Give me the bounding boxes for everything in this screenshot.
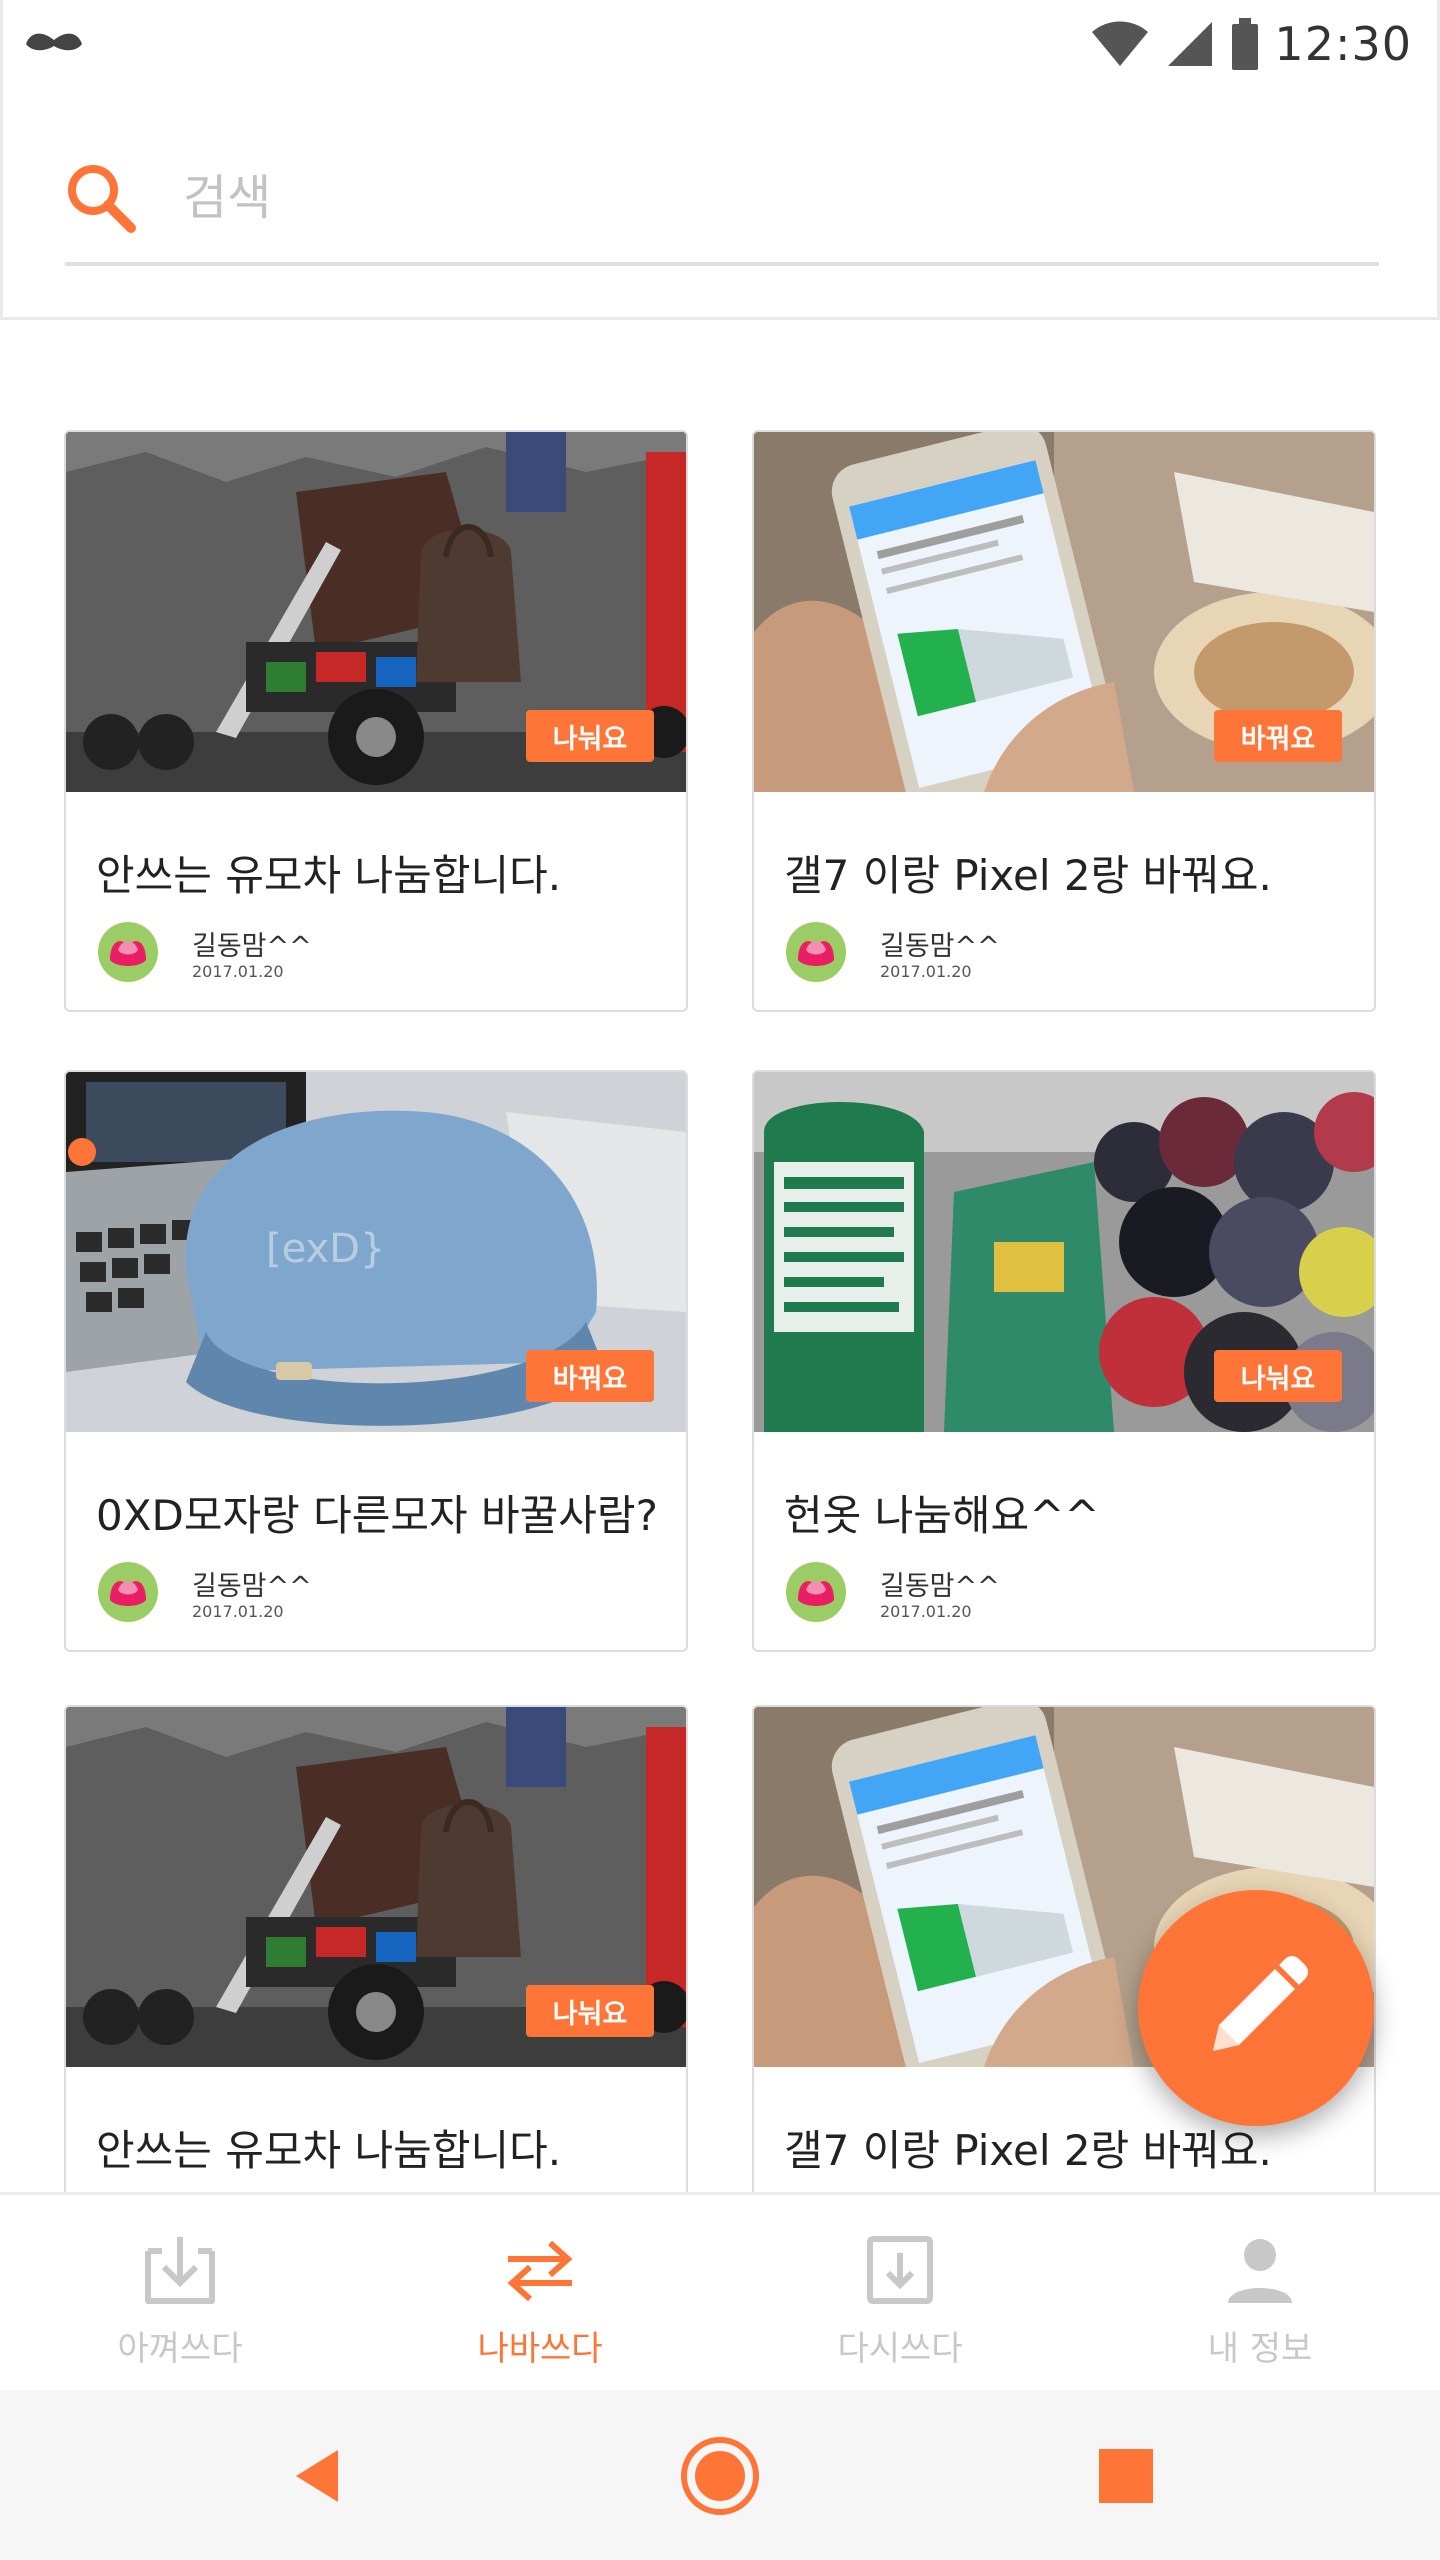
- nav-label: 아껴쓰다: [117, 2329, 243, 2369]
- wifi-icon: [1092, 21, 1149, 66]
- status-time: 12:30: [1274, 17, 1412, 71]
- download-tray-icon: [145, 2237, 215, 2304]
- nav-label: 나바쓰다: [477, 2329, 603, 2369]
- nav-item-swap[interactable]: 나바쓰다: [360, 2195, 720, 2393]
- battery-icon: [1232, 18, 1259, 70]
- avatar: [98, 1562, 158, 1622]
- swap-arrows-icon: [507, 2240, 573, 2302]
- nav-label: 내 정보: [1207, 2329, 1313, 2369]
- card-title: 갤7 이랑 Pixel 2랑 바꿔요.: [784, 851, 1272, 900]
- trade-type-badge: 바꿔요: [1214, 710, 1342, 762]
- back-triangle-icon: [296, 2450, 338, 2502]
- post-card[interactable]: 나눠요 헌옷 나눔해요^^ 길동맘^^ 2017.01.20: [752, 1070, 1376, 1652]
- trade-type-badge: 바꿔요: [526, 1350, 654, 1402]
- card-date: 2017.01.20: [880, 1602, 972, 1621]
- card-author: 길동맘^^: [192, 1571, 312, 1602]
- status-right: 12:30: [1090, 14, 1412, 74]
- home-circle-icon: [681, 2437, 759, 2515]
- back-button[interactable]: [270, 2428, 366, 2524]
- card-title: 안쓰는 유모차 나눔합니다.: [96, 851, 562, 900]
- card-title: 0XD모자랑 다른모자 바꿀사람?: [96, 1491, 658, 1540]
- reuse-tray-icon: [867, 2236, 933, 2304]
- card-author: 길동맘^^: [880, 1571, 1000, 1602]
- person-icon: [1228, 2239, 1292, 2303]
- nav-item-save[interactable]: 아껴쓰다: [0, 2195, 360, 2393]
- avatar: [786, 1562, 846, 1622]
- nav-item-reuse[interactable]: 다시쓰다: [720, 2195, 1080, 2393]
- bottom-nav: 아껴쓰다 나바쓰다 다시쓰다 내 정보: [0, 2192, 1440, 2390]
- post-card[interactable]: 바꿔요 갤7 이랑 Pixel 2랑 바꿔요. 길동맘^^ 2017.01.20: [752, 430, 1376, 1012]
- card-date: 2017.01.20: [192, 1602, 284, 1621]
- card-author: 길동맘^^: [192, 931, 312, 962]
- home-button[interactable]: [672, 2428, 768, 2524]
- post-card[interactable]: 나눠요 안쓰는 유모차 나눔합니다. 길동맘^^ 2017.01.20: [64, 430, 688, 1012]
- post-card[interactable]: [exD} 바꿔요 0XD모자랑 다른모자 바꿀사람? 길동맘^^ 2017.0…: [64, 1070, 688, 1652]
- pencil-icon: [1213, 1956, 1308, 2051]
- trade-type-badge: 나눠요: [526, 710, 654, 762]
- signal-icon: [1168, 22, 1213, 66]
- search-icon[interactable]: [63, 160, 139, 236]
- avatar: [786, 922, 846, 982]
- recents-square-icon: [1099, 2449, 1153, 2503]
- svg-text:[exD}: [exD}: [266, 1226, 385, 1272]
- system-nav: [0, 2390, 1440, 2560]
- search-input[interactable]: [183, 158, 1283, 238]
- nav-item-profile[interactable]: 내 정보: [1080, 2195, 1440, 2393]
- trade-type-badge: 나눠요: [1214, 1350, 1342, 1402]
- mustache-icon: [26, 33, 82, 51]
- card-author: 길동맘^^: [880, 931, 1000, 962]
- app-root: 12:30: [0, 0, 1440, 2560]
- card-date: 2017.01.20: [880, 962, 972, 981]
- card-date: 2017.01.20: [192, 962, 284, 981]
- card-title: 갤7 이랑 Pixel 2랑 바꿔요.: [784, 2126, 1272, 2175]
- nav-label: 다시쓰다: [837, 2329, 963, 2369]
- card-title: 안쓰는 유모차 나눔합니다.: [96, 2126, 562, 2175]
- write-post-fab[interactable]: [1138, 1890, 1374, 2126]
- status-bar: 12:30: [0, 0, 1440, 84]
- search-underline: [65, 262, 1379, 266]
- avatar: [98, 922, 158, 982]
- recents-button[interactable]: [1078, 2428, 1174, 2524]
- card-title: 헌옷 나눔해요^^: [784, 1491, 1100, 1540]
- trade-type-badge: 나눠요: [526, 1985, 654, 2037]
